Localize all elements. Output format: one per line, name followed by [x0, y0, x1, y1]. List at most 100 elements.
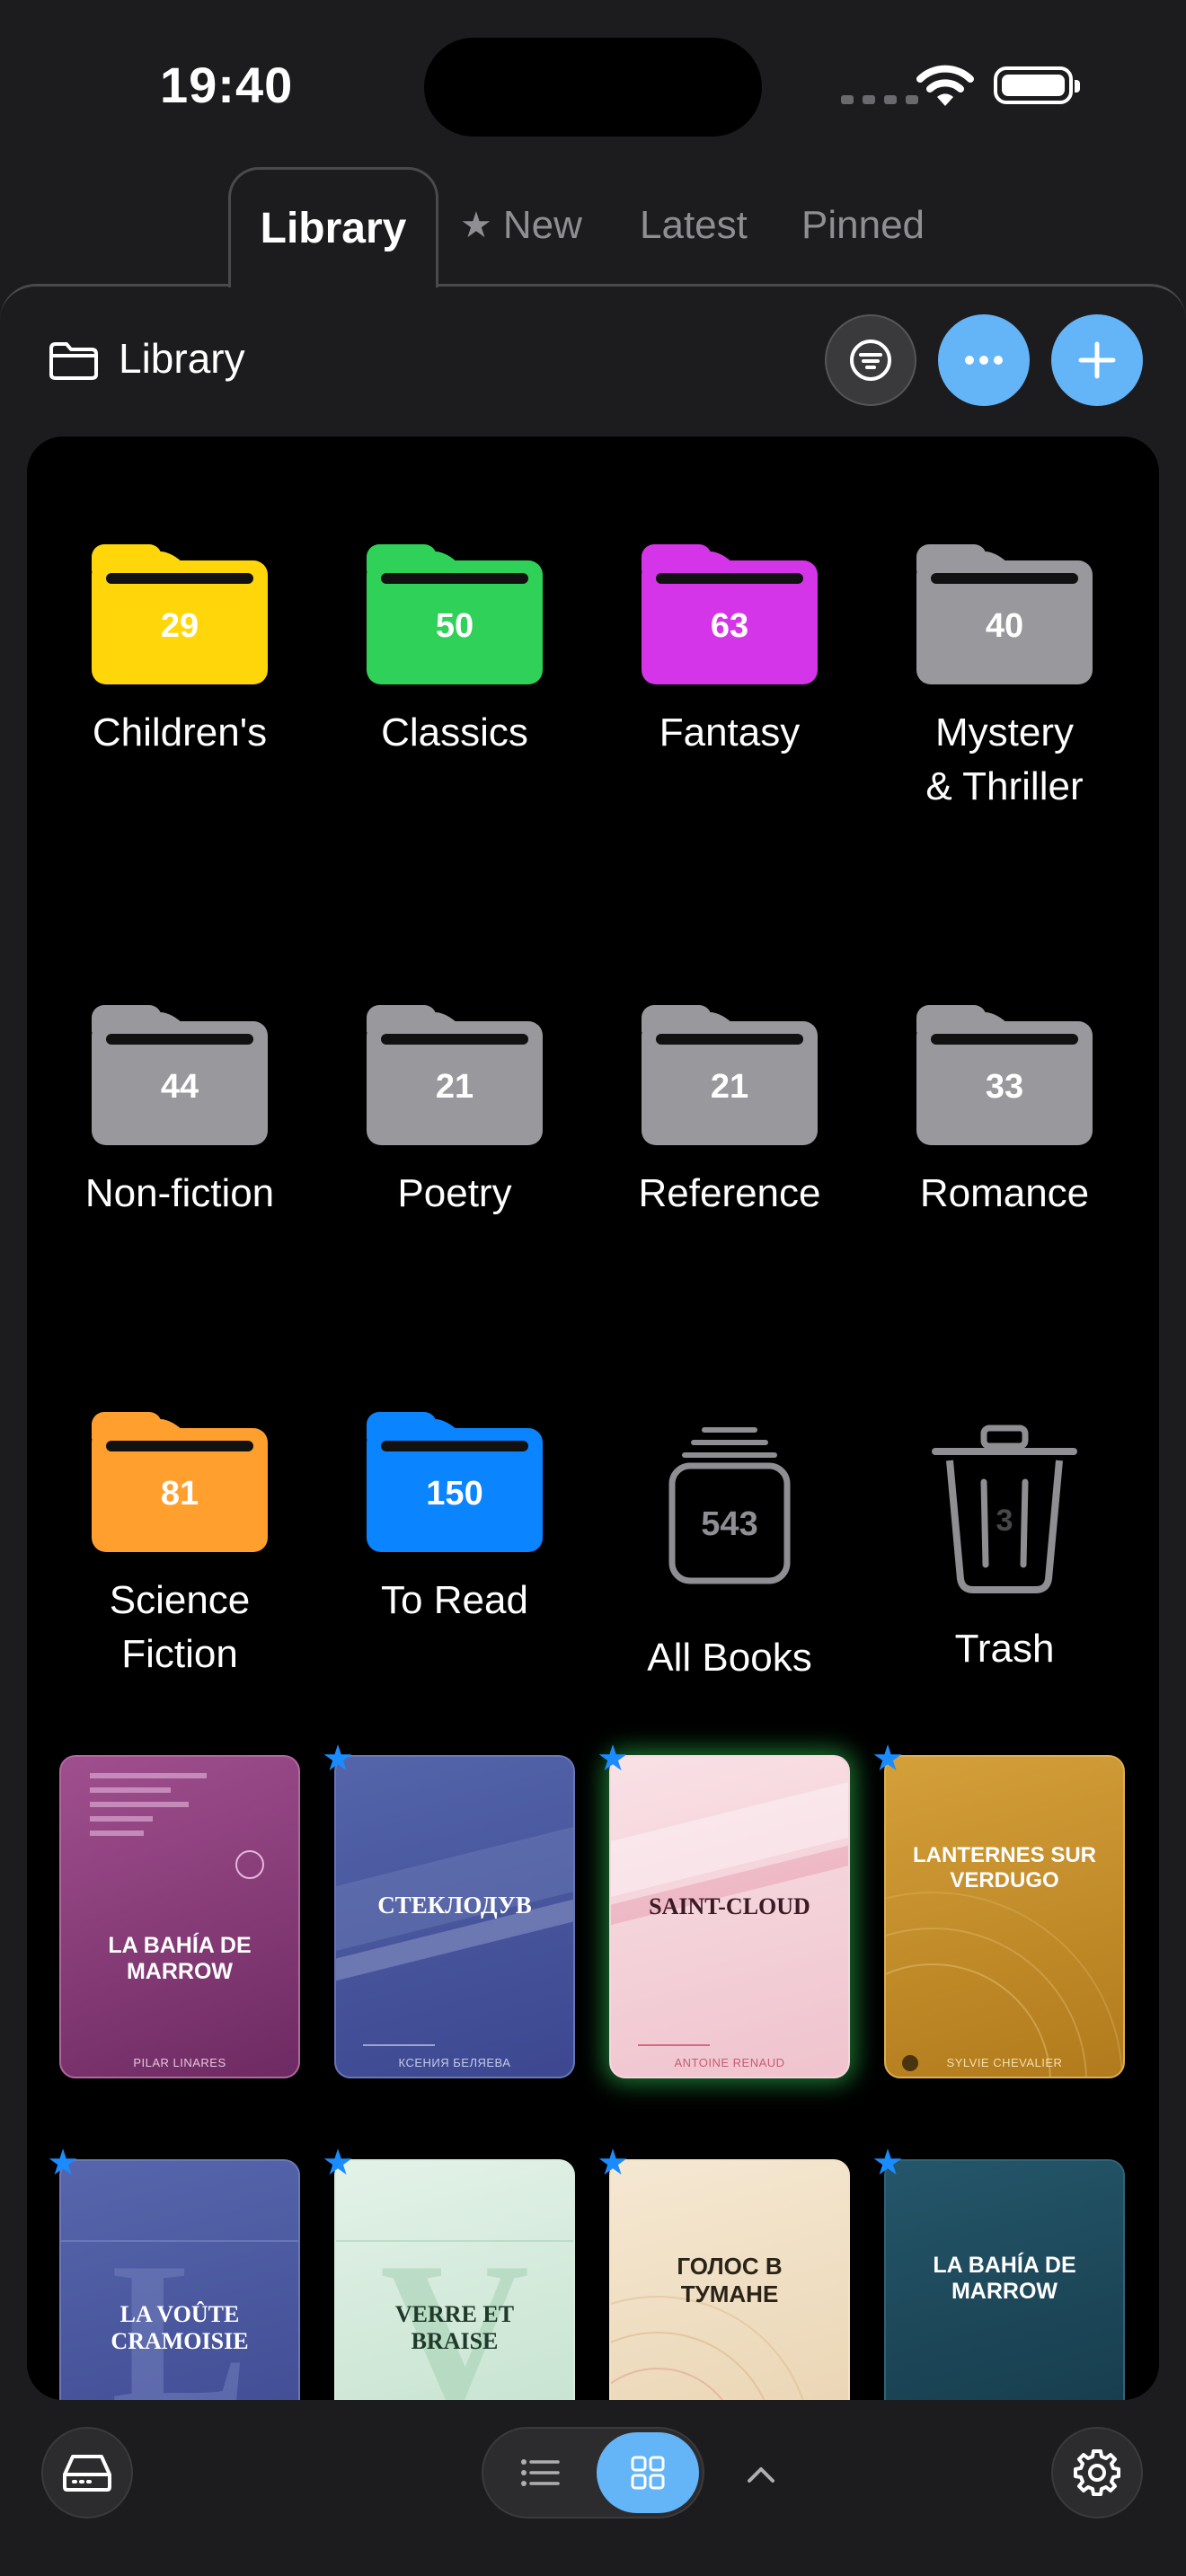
folder-count: 63 [710, 607, 749, 645]
book-author: PILAR LINARES [133, 2056, 226, 2069]
folder-poetry[interactable]: 21 Poetry [329, 1005, 580, 1221]
grid-icon [631, 2456, 665, 2490]
folder-romance[interactable]: 33 Romance [879, 1005, 1130, 1221]
pin-star-icon: ★ [597, 2143, 629, 2183]
folder-count: 50 [435, 607, 474, 645]
folder-icon: 50 [367, 544, 543, 684]
folder-classics[interactable]: 50 Classics [329, 544, 580, 760]
folder-fantasy[interactable]: 63 Fantasy [604, 544, 855, 760]
pin-star-icon: ★ [322, 2143, 354, 2183]
folder-label: Classics [381, 710, 528, 754]
folder-childrens[interactable]: 29 Children's [54, 544, 305, 760]
folder-label: Fantasy [659, 710, 801, 754]
folder-label: Trash [954, 1627, 1055, 1671]
tab-latest[interactable]: Latest [640, 167, 748, 284]
folder-icon: 81 [92, 1412, 268, 1552]
books-stack-icon: 543 [667, 1425, 792, 1586]
page-title: Library [119, 335, 245, 382]
all-books-count: 543 [701, 1505, 758, 1543]
folder-science-fiction[interactable]: 81 Science Fiction [54, 1412, 305, 1681]
book-title: LA BAHÍA DE MARROW [933, 2253, 1076, 2304]
gear-icon [1074, 2449, 1120, 2496]
trash-count: 3 [996, 1504, 1013, 1538]
battery-icon [994, 66, 1080, 104]
folder-mystery-thriller[interactable]: 40 Mystery & Thriller [879, 544, 1130, 814]
pin-star-icon: ★ [322, 1739, 354, 1778]
folder-icon [49, 342, 98, 380]
folder-label-line: Science [109, 1578, 251, 1622]
list-icon [521, 2459, 560, 2486]
book-title: LA VOÛTE CRAMOISIE [111, 2301, 249, 2354]
book-title: ГОЛОС В ТУМАНЕ [677, 2253, 783, 2307]
folder-count: 40 [985, 607, 1024, 645]
book-cover[interactable]: L LA VOÛTE CRAMOISIE [59, 2159, 300, 2400]
book-title: СТЕКЛОДУВ [377, 1892, 532, 1919]
folder-count: 21 [435, 1068, 474, 1106]
pin-star-icon: ★ [597, 1739, 629, 1778]
book-cover[interactable]: LA BAHÍA DE MARROW PILAR LINARES [59, 1755, 300, 2078]
folder-icon: 21 [642, 1005, 818, 1145]
filter-button[interactable] [825, 314, 916, 406]
pin-star-icon: ★ [872, 2143, 904, 2183]
folder-label-line: & Thriller [925, 764, 1084, 808]
book-title: LANTERNES SUR VERDUGO [912, 1843, 1096, 1892]
book-cover[interactable]: LANTERNES SUR VERDUGO SYLVIE CHEVALIER [884, 1755, 1125, 2078]
folder-count: 29 [160, 607, 199, 645]
folder-label: Children's [92, 710, 268, 754]
list-view-button[interactable] [489, 2432, 591, 2513]
star-icon: ★ [460, 206, 492, 245]
book-cover[interactable]: V VERRE ET BRAISE [334, 2159, 575, 2400]
folder-icon: 44 [92, 1005, 268, 1145]
book-cover[interactable]: LA BAHÍA DE MARROW [884, 2159, 1125, 2400]
folder-count: 21 [710, 1068, 749, 1106]
folder-icon: 63 [642, 544, 818, 684]
tab-new[interactable]: ★ New [460, 167, 582, 284]
folder-all-books[interactable]: 543 All Books [604, 1425, 855, 1685]
folder-label-line: Fiction [121, 1632, 238, 1676]
status-time: 19:40 [160, 57, 294, 113]
storage-button[interactable] [41, 2427, 133, 2519]
tab-label: Library [260, 205, 407, 252]
folder-label: Science Fiction [54, 1574, 305, 1681]
grid-view-button[interactable] [597, 2432, 699, 2513]
folder-label-line: Mystery [935, 710, 1074, 754]
folder-label: Poetry [397, 1171, 512, 1215]
folder-to-read[interactable]: 150 To Read [329, 1412, 580, 1628]
folder-reference[interactable]: 21 Reference [604, 1005, 855, 1221]
folder-trash[interactable]: 3 Trash [879, 1425, 1130, 1676]
tab-library[interactable]: Library [228, 167, 438, 287]
pin-star-icon: ★ [872, 1739, 904, 1778]
folder-label: Non-fiction [84, 1171, 275, 1215]
status-bar: 19:40 [0, 0, 1186, 171]
folder-label: Mystery & Thriller [879, 706, 1130, 814]
book-title: SAINT-CLOUD [649, 1893, 810, 1919]
book-title: LA BAHÍA DE MARROW [108, 1933, 252, 1984]
book-title: VERRE ET BRAISE [394, 2301, 515, 2354]
settings-button[interactable] [1051, 2427, 1143, 2519]
folder-count: 150 [426, 1475, 483, 1513]
tab-pinned[interactable]: Pinned [801, 167, 925, 284]
folder-count: 44 [160, 1068, 199, 1106]
folder-icon: 29 [92, 544, 268, 684]
wifi-icon [916, 65, 974, 106]
chevron-up-icon[interactable] [739, 2452, 783, 2497]
plus-icon [1078, 341, 1116, 379]
add-button[interactable] [1051, 314, 1143, 406]
filter-icon [850, 340, 891, 381]
library-grid: 29 Children's 50 Classics 63 Fantasy 40 … [27, 437, 1159, 2400]
pin-star-icon: ★ [47, 2143, 79, 2183]
book-cover[interactable]: СТЕКЛОДУВ КСЕНИЯ БЕЛЯЕВА [334, 1755, 575, 2078]
more-button[interactable] [938, 314, 1030, 406]
book-cover[interactable]: ГОЛОС В ТУМАНЕ [609, 2159, 850, 2400]
folder-non-fiction[interactable]: 44 Non-fiction [54, 1005, 305, 1221]
book-cover[interactable]: SAINT-CLOUD ANTOINE RENAUD [609, 1755, 850, 2078]
folder-label: Romance [919, 1171, 1090, 1215]
tab-bar: Library ★ New Latest Pinned [0, 167, 1186, 287]
ellipsis-icon [965, 356, 1003, 365]
book-author: ANTOINE RENAUD [674, 2056, 785, 2069]
view-mode-toggle [482, 2427, 704, 2519]
book-author: SYLVIE CHEVALIER [946, 2056, 1063, 2069]
folder-icon: 21 [367, 1005, 543, 1145]
trash-icon: 3 [928, 1425, 1081, 1595]
drive-icon [63, 2455, 111, 2492]
